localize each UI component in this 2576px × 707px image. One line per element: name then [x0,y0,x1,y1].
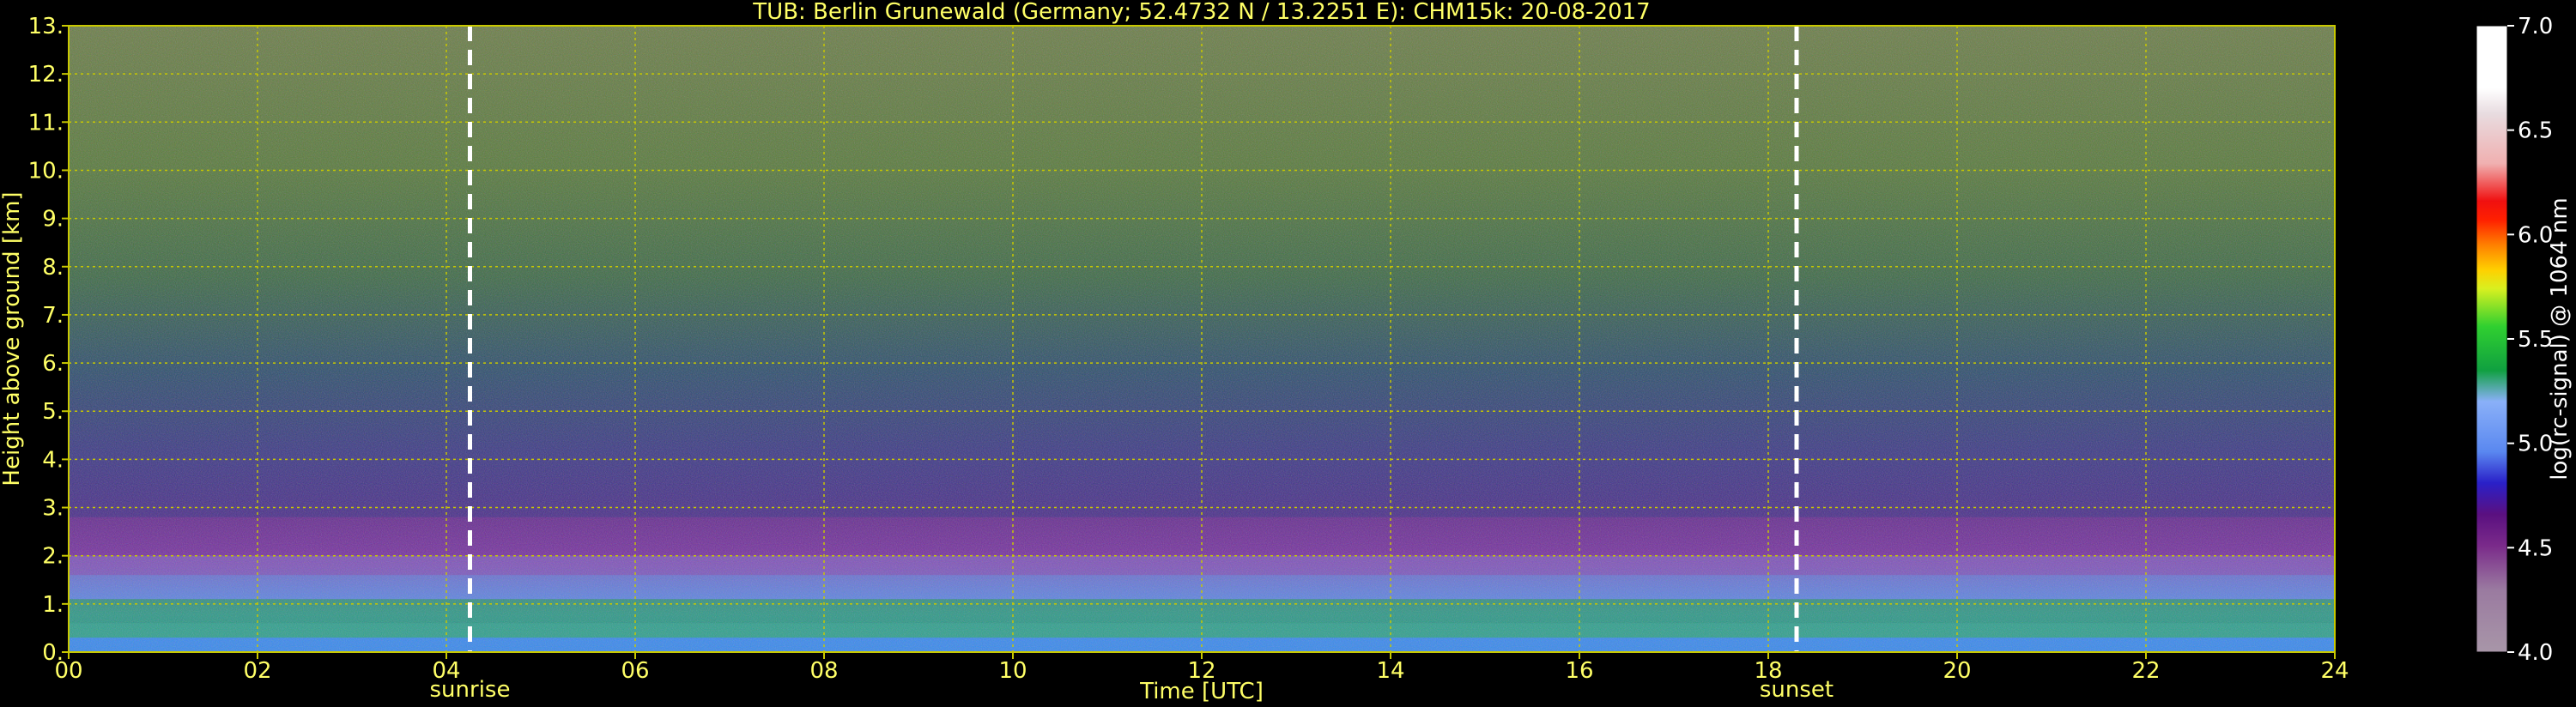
colorbar-tick-label: 4.5 [2518,535,2553,561]
y-tick-label: 6. [42,351,64,377]
x-tick-label: 02 [243,658,271,684]
y-tick-label: 9. [42,207,64,233]
y-tick-label: 12. [28,62,64,88]
colorbar-scale [2476,25,2508,653]
colorbar-tick-label: 6.5 [2518,118,2553,144]
colorbar-label: log(rc-signal) @ 1064 nm [2547,197,2573,480]
colorbar-tick-label: 4.0 [2518,640,2553,666]
y-tick-label: 8. [42,255,64,281]
y-tick-label: 13. [28,14,64,39]
y-tick-label: 10. [28,158,64,184]
x-tick-label: 22 [2131,658,2160,684]
chart-title: TUB: Berlin Grunewald (Germany; 52.4732 … [752,0,1650,25]
x-tick-label: 24 [2320,658,2349,684]
y-tick-label: 4. [42,447,64,473]
x-tick-label: 06 [621,658,649,684]
plot-area [68,25,2336,653]
y-axis-ticks: 0. 1. 2. 3. 4. 5. 6. 7. 8. 9. 10. 11. 12. 13. [28,14,69,666]
x-tick-label: 20 [1943,658,1971,684]
y-tick-label: 0. [42,640,64,666]
x-tick-label: 14 [1376,658,1404,684]
y-tick-label: 2. [42,544,64,570]
x-tick-label: 16 [1565,658,1593,684]
y-tick-label: 11. [28,110,64,136]
sun-marker-label: sunset [1760,677,1834,703]
x-tick-label: 10 [998,658,1027,684]
colorbar-tick-label: 7.0 [2518,14,2553,39]
sun-marker-label: sunrise [430,677,511,703]
y-axis-label: Height above ground [km] [0,191,25,486]
y-tick-label: 5. [42,399,64,425]
x-tick-label: 08 [809,658,838,684]
colorbar: 4.04.55.05.56.06.57.0 log(rc-signal) @ 1… [2476,14,2573,666]
x-axis-label: Time [UTC] [1139,679,1264,704]
y-tick-label: 1. [42,592,64,618]
y-tick-label: 7. [42,303,64,329]
ceilometer-chart: 00 02 04 06 08 10 12 14 16 18 20 22 24sunrise sunset … [0,0,2573,704]
y-tick-label: 3. [42,496,64,522]
